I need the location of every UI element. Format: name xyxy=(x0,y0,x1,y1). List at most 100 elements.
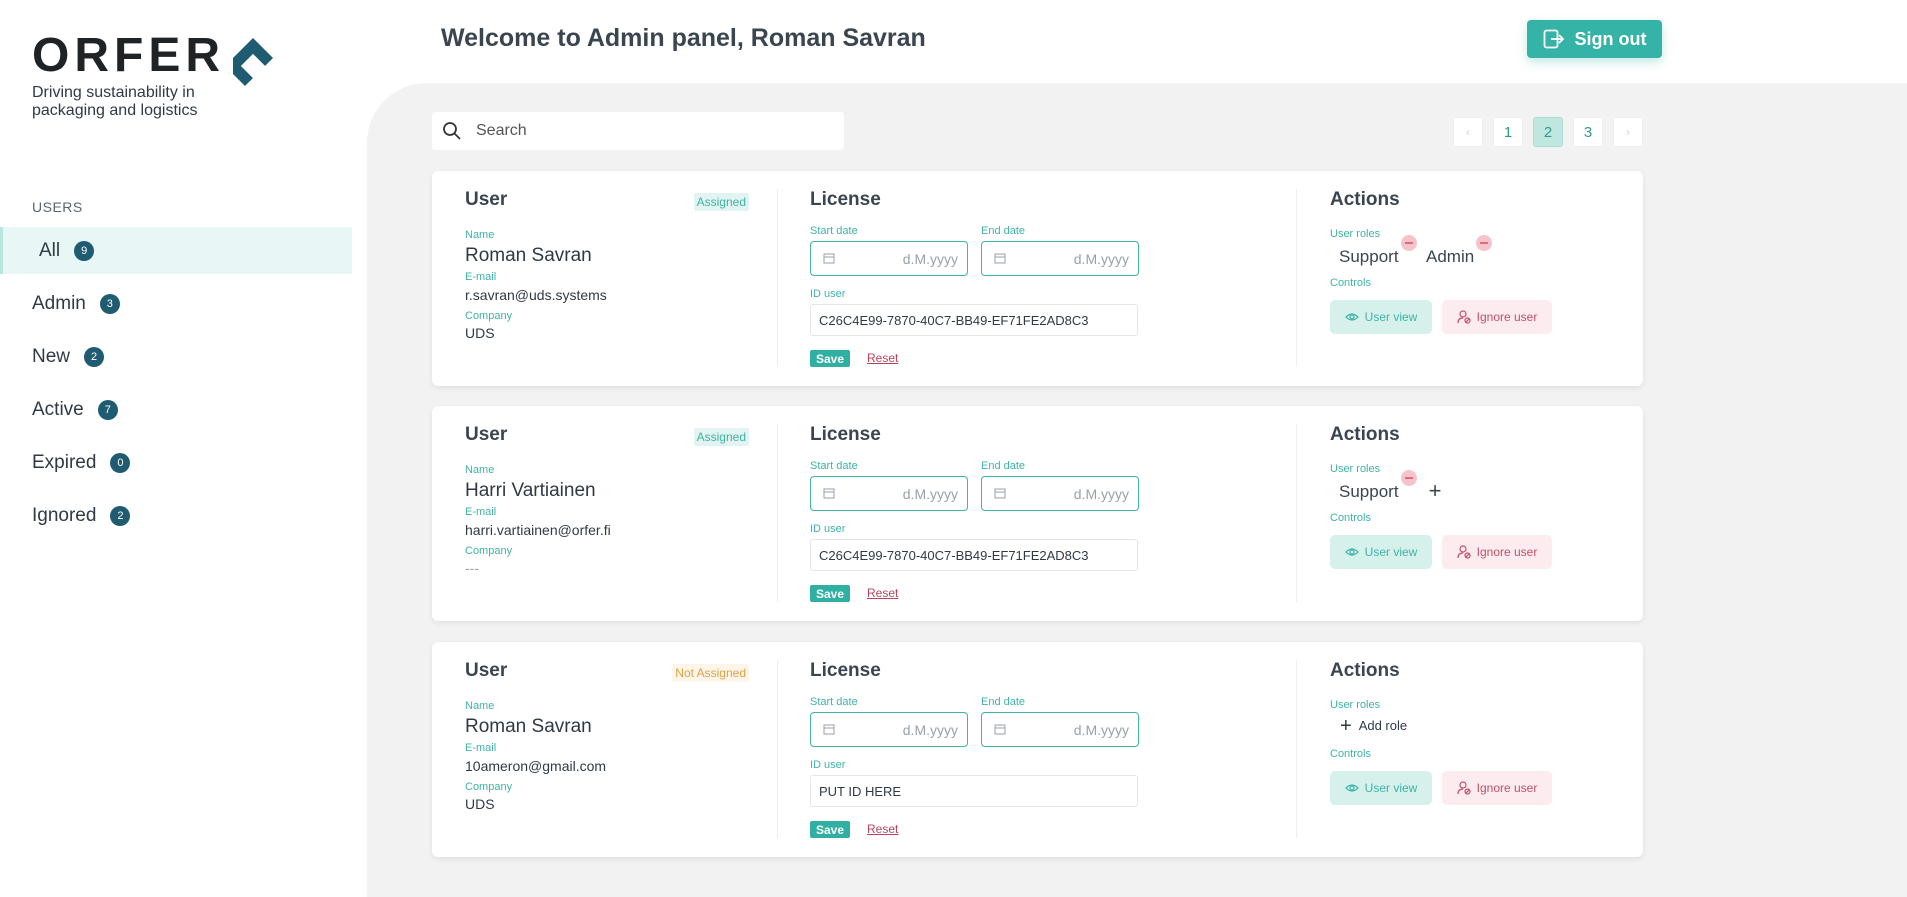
end-date-placeholder: d.M.yyyy xyxy=(1073,485,1129,502)
user-section: User Assigned Name Harri Vartiainen E-ma… xyxy=(465,406,749,621)
user-heading: User xyxy=(465,424,508,445)
calendar-icon xyxy=(823,251,835,267)
remove-role-icon[interactable] xyxy=(1476,235,1493,251)
user-email: harri.vartiainen@orfer.fi xyxy=(465,522,611,538)
email-label: E-mail xyxy=(465,271,497,283)
add-role-button[interactable]: + Add role xyxy=(1340,716,1407,736)
reset-link[interactable]: Reset xyxy=(867,822,898,836)
id-user-label: ID user xyxy=(810,523,846,535)
id-user-input[interactable]: C26C4E99-7870-40C7-BB49-EF71FE2AD8C3 xyxy=(810,539,1138,571)
start-date-label: Start date xyxy=(810,225,858,237)
email-label: E-mail xyxy=(465,506,497,518)
end-date-field[interactable]: d.M.yyyy xyxy=(981,476,1139,511)
ignore-user-icon xyxy=(1457,310,1471,324)
controls-label: Controls xyxy=(1330,748,1371,760)
add-role-plus-icon[interactable]: + xyxy=(1422,478,1448,504)
user-company: --- xyxy=(465,560,479,576)
orfer-logo[interactable]: ORFER Driving sustainability in packagin… xyxy=(32,29,273,120)
start-date-field[interactable]: d.M.yyyy xyxy=(810,241,968,276)
search-bar[interactable] xyxy=(432,112,844,150)
user-view-button[interactable]: User view xyxy=(1330,535,1432,569)
page-3-button[interactable]: 3 xyxy=(1573,117,1603,147)
ignore-user-icon xyxy=(1457,781,1471,795)
start-date-field[interactable]: d.M.yyyy xyxy=(810,476,968,511)
user-name: Harri Vartiainen xyxy=(465,480,596,501)
search-icon xyxy=(443,122,461,140)
user-card: User Assigned Name Harri Vartiainen E-ma… xyxy=(432,406,1643,621)
page-2-button[interactable]: 2 xyxy=(1533,117,1563,147)
divider xyxy=(1296,189,1297,367)
user-card: User Not Assigned Name Roman Savran E-ma… xyxy=(432,642,1643,857)
end-date-field[interactable]: d.M.yyyy xyxy=(981,241,1139,276)
logo-diamond-icon xyxy=(231,36,273,86)
actions-heading: Actions xyxy=(1330,424,1400,445)
save-button[interactable]: Save xyxy=(810,350,851,367)
status-badge: Not Assigned xyxy=(672,664,749,682)
id-user-input[interactable]: PUT ID HERE xyxy=(810,775,1138,807)
nav-section-label: USERS xyxy=(32,199,83,215)
license-heading: License xyxy=(810,189,881,210)
calendar-icon xyxy=(994,251,1006,267)
company-label: Company xyxy=(465,545,513,557)
name-label: Name xyxy=(465,464,495,476)
sidebar-item-expired[interactable]: Expired 0 xyxy=(0,439,352,486)
start-date-placeholder: d.M.yyyy xyxy=(902,250,958,267)
search-input[interactable] xyxy=(476,122,816,140)
company-label: Company xyxy=(465,310,513,322)
end-date-field[interactable]: d.M.yyyy xyxy=(981,712,1139,747)
start-date-label: Start date xyxy=(810,460,858,472)
next-page-button[interactable]: › xyxy=(1613,117,1643,147)
actions-heading: Actions xyxy=(1330,189,1400,210)
page-1-button[interactable]: 1 xyxy=(1493,117,1523,147)
sign-out-button[interactable]: Sign out xyxy=(1527,20,1662,58)
save-button[interactable]: Save xyxy=(810,821,851,838)
id-user-input[interactable]: C26C4E99-7870-40C7-BB49-EF71FE2AD8C3 xyxy=(810,304,1138,336)
controls-label: Controls xyxy=(1330,512,1371,524)
actions-heading: Actions xyxy=(1330,660,1400,681)
sidebar-item-all[interactable]: All 9 xyxy=(0,227,352,274)
user-name: Roman Savran xyxy=(465,245,592,266)
end-date-placeholder: d.M.yyyy xyxy=(1073,721,1129,738)
count-badge: 3 xyxy=(99,293,120,314)
license-heading: License xyxy=(810,424,881,445)
sidebar-item-active[interactable]: Active 7 xyxy=(0,386,352,433)
sign-out-icon xyxy=(1543,29,1564,49)
user-section: User Assigned Name Roman Savran E-mail r… xyxy=(465,171,749,386)
role-chip: Support xyxy=(1339,470,1417,502)
logo-tagline: Driving sustainability in packaging and … xyxy=(32,84,198,119)
end-date-label: End date xyxy=(981,225,1026,237)
remove-role-icon[interactable] xyxy=(1400,470,1417,486)
ignore-user-button[interactable]: Ignore user xyxy=(1442,300,1552,334)
user-heading: User xyxy=(465,189,508,210)
ignore-user-icon xyxy=(1457,545,1471,559)
user-view-button[interactable]: User view xyxy=(1330,771,1432,805)
license-section: License Start date End date d.M.yyyy d.M… xyxy=(810,406,1230,621)
reset-link[interactable]: Reset xyxy=(867,351,898,365)
sidebar-item-label: Ignored xyxy=(32,504,97,526)
sidebar-item-label: New xyxy=(32,345,71,367)
license-section: License Start date End date d.M.yyyy d.M… xyxy=(810,171,1230,386)
ignore-user-button[interactable]: Ignore user xyxy=(1442,771,1552,805)
user-email: 10ameron@gmail.com xyxy=(465,758,607,774)
pagination: ‹ 1 2 3 › xyxy=(1453,117,1653,147)
sidebar-item-ignored[interactable]: Ignored 2 xyxy=(0,492,352,539)
user-roles-label: User roles xyxy=(1330,699,1381,711)
id-user-label: ID user xyxy=(810,288,846,300)
reset-link[interactable]: Reset xyxy=(867,586,898,600)
sidebar-item-label: Active xyxy=(32,398,84,420)
ignore-user-button[interactable]: Ignore user xyxy=(1442,535,1552,569)
sidebar-item-admin[interactable]: Admin 3 xyxy=(0,280,352,327)
prev-page-button[interactable]: ‹ xyxy=(1453,117,1483,147)
company-label: Company xyxy=(465,781,513,793)
sidebar-item-label: Admin xyxy=(32,292,86,314)
start-date-placeholder: d.M.yyyy xyxy=(902,485,958,502)
calendar-icon xyxy=(994,486,1006,502)
divider xyxy=(1296,424,1297,602)
logo-wordmark: ORFER xyxy=(32,29,225,82)
role-chip: Admin xyxy=(1426,235,1493,267)
user-view-button[interactable]: User view xyxy=(1330,300,1432,334)
remove-role-icon[interactable] xyxy=(1400,235,1417,251)
start-date-field[interactable]: d.M.yyyy xyxy=(810,712,968,747)
save-button[interactable]: Save xyxy=(810,585,851,602)
sidebar-item-new[interactable]: New 2 xyxy=(0,333,352,380)
